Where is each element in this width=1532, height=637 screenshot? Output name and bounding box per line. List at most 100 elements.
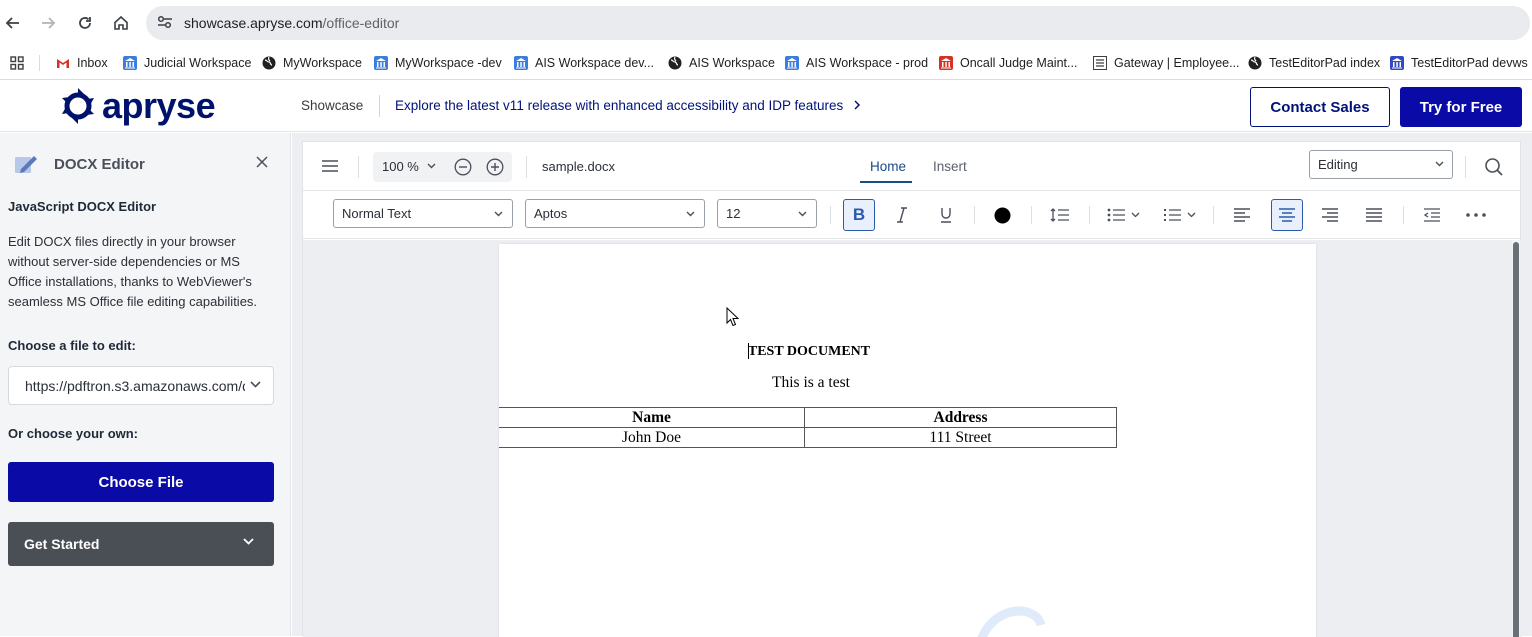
url-path: /office-editor [322, 15, 400, 31]
chevron-down-icon[interactable] [427, 163, 436, 169]
try-for-free-button[interactable]: Try for Free [1400, 87, 1522, 127]
chevron-down-icon [243, 538, 254, 545]
home-icon [114, 15, 128, 30]
apps-button[interactable] [9, 53, 25, 73]
address-bar[interactable]: showcase.apryse.com/office-editor [146, 6, 1530, 40]
paragraph-style-select[interactable]: Normal Text [333, 199, 513, 228]
font-family-select[interactable]: Aptos [525, 199, 705, 228]
reload-button[interactable] [74, 12, 96, 34]
table-header-cell[interactable]: Name [499, 407, 805, 428]
underline-button[interactable] [935, 205, 957, 225]
bookmark-label: AIS Workspace - prod [806, 56, 929, 70]
more-options-button[interactable] [1464, 205, 1488, 225]
bookmark-item[interactable]: Inbox [56, 53, 108, 73]
bookmark-label: Gateway | Employee... [1114, 56, 1240, 70]
back-button[interactable] [2, 12, 24, 34]
tab-insert[interactable]: Insert [933, 159, 967, 174]
toolbar-divider [358, 156, 359, 178]
contact-sales-button[interactable]: Contact Sales [1250, 87, 1390, 127]
numbered-list-icon [1164, 209, 1196, 221]
bookmark-item[interactable]: TestEditorPad devws [1390, 53, 1528, 73]
home-button[interactable] [110, 12, 132, 34]
scrollbar-thumb[interactable] [1513, 242, 1519, 637]
document-page[interactable]: TEST DOCUMENT This is a test Name Addres… [499, 244, 1316, 637]
bookmark-item[interactable]: AIS Workspace dev... [514, 53, 654, 73]
zoom-value[interactable]: 100 % [382, 159, 419, 174]
text-color-button[interactable] [993, 206, 1011, 224]
document-table[interactable]: Name Address John Doe 111 Street [499, 407, 1117, 448]
align-right-icon [1322, 208, 1338, 222]
bookmark-item[interactable]: TestEditorPad index [1248, 53, 1380, 73]
bookmark-item[interactable]: MyWorkspace [262, 53, 362, 73]
zoom-in-icon[interactable] [486, 158, 504, 176]
header-divider [379, 95, 380, 117]
bookmark-item[interactable]: MyWorkspace -dev [374, 53, 502, 73]
site-header: apryse Showcase Explore the latest v11 r… [0, 81, 1532, 132]
align-left-icon [1234, 208, 1250, 222]
toolbar-divider [1031, 206, 1032, 224]
table-header-cell[interactable]: Address [804, 407, 1117, 428]
bookmark-label: TestEditorPad devws [1411, 56, 1528, 70]
italic-button[interactable] [891, 205, 913, 225]
search-icon [1485, 158, 1503, 176]
sidebar-header: DOCX Editor [12, 151, 145, 177]
sidebar-description: Edit DOCX files directly in your browser… [8, 234, 258, 309]
toolbar-divider [1213, 206, 1214, 224]
toolbar-divider [974, 206, 975, 224]
chevron-right-icon [854, 100, 861, 110]
bookmark-item[interactable]: Oncall Judge Maint... [939, 53, 1077, 73]
search-button[interactable] [1483, 156, 1505, 178]
zoom-control: 100 % [373, 152, 512, 182]
choose-file-button[interactable]: Choose File [8, 462, 274, 502]
tab-home[interactable]: Home [870, 159, 906, 174]
header-toolbar: 100 % sample.docx Home Insert Editing [303, 142, 1520, 191]
apryse-logo[interactable]: apryse [60, 87, 216, 125]
line-spacing-button[interactable] [1049, 205, 1071, 225]
menu-button[interactable] [319, 156, 341, 176]
get-started-label: Get Started [24, 536, 100, 552]
font-size-value: 12 [726, 206, 741, 221]
chevron-down-icon [798, 211, 807, 217]
line-spacing-icon [1050, 208, 1069, 222]
chevron-down-icon [250, 381, 261, 388]
align-left-button[interactable] [1231, 205, 1253, 225]
site-settings-icon[interactable] [156, 14, 174, 30]
bookmark-item[interactable]: AIS Workspace [668, 53, 775, 73]
promo-link[interactable]: Explore the latest v11 release with enha… [395, 98, 861, 113]
webviewer-editor: 100 % sample.docx Home Insert Editing No… [302, 141, 1522, 637]
align-right-button[interactable] [1319, 205, 1341, 225]
font-size-select[interactable]: 12 [717, 199, 817, 228]
showcase-label[interactable]: Showcase [301, 98, 363, 113]
get-started-accordion[interactable]: Get Started [8, 522, 274, 566]
toolbar-divider [1089, 206, 1090, 224]
forward-button[interactable] [37, 12, 59, 34]
align-center-icon [1279, 208, 1295, 222]
table-cell[interactable]: John Doe [499, 427, 805, 448]
bullet-list-button[interactable] [1107, 205, 1143, 225]
bookmark-item[interactable]: Judicial Workspace [123, 53, 251, 73]
editing-mode-value: Editing [1318, 157, 1358, 172]
outdent-icon [1423, 208, 1440, 222]
zoom-out-icon[interactable] [454, 158, 472, 176]
bookmark-item[interactable]: AIS Workspace - prod [785, 53, 928, 73]
formatting-toolbar: Normal Text Aptos 12 B [303, 191, 1520, 239]
numbered-list-button[interactable] [1163, 205, 1199, 225]
bold-button[interactable]: B [843, 199, 875, 231]
toolbar-divider [1403, 206, 1404, 224]
editing-mode-select[interactable]: Editing [1309, 150, 1453, 179]
vertical-scrollbar[interactable] [1512, 240, 1520, 637]
bookmark-item[interactable]: Gateway | Employee... [1093, 53, 1240, 73]
font-family-value: Aptos [534, 206, 568, 221]
document-paragraph[interactable]: This is a test [499, 374, 1123, 392]
paragraph-style-value: Normal Text [342, 206, 412, 221]
underline-icon [941, 208, 951, 223]
table-cell[interactable]: 111 Street [804, 427, 1117, 448]
close-icon[interactable] [256, 156, 268, 168]
file-select[interactable]: https://pdftron.s3.amazonaws.com/downloa… [8, 366, 274, 405]
document-heading[interactable]: TEST DOCUMENT [499, 344, 1119, 360]
align-center-button[interactable] [1271, 199, 1303, 231]
toolbar-divider [526, 156, 527, 178]
justify-button[interactable] [1363, 205, 1385, 225]
decrease-indent-button[interactable] [1421, 205, 1443, 225]
building-icon [1390, 56, 1404, 70]
